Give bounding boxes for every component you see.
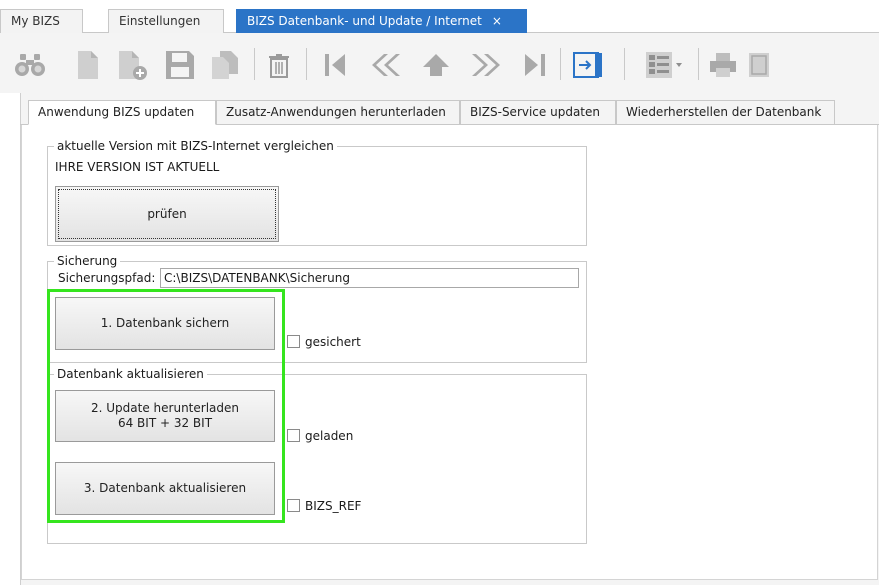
tab-bizs-service-updaten[interactable]: BIZS-Service updaten bbox=[460, 100, 616, 125]
doc-tab-einstellungen[interactable]: Einstellungen bbox=[108, 9, 224, 33]
backup-path-label: Sicherungspfad: bbox=[58, 271, 156, 285]
close-icon[interactable]: × bbox=[492, 14, 502, 28]
doc-tab-datenbank-update[interactable]: BIZS Datenbank- und Update / Internet × bbox=[236, 9, 527, 33]
save-icon[interactable] bbox=[164, 49, 196, 81]
check-version-button-label: prüfen bbox=[147, 206, 187, 221]
bizs-ref-label: BIZS_REF bbox=[305, 499, 362, 513]
toolbar-separator bbox=[624, 48, 625, 80]
left-gutter bbox=[0, 93, 20, 586]
previous-record-icon[interactable] bbox=[366, 50, 402, 80]
up-icon[interactable] bbox=[420, 50, 452, 80]
doc-tab-label: My BIZS bbox=[11, 14, 60, 28]
exit-icon[interactable] bbox=[572, 50, 604, 80]
backup-done-checkbox[interactable] bbox=[287, 335, 300, 348]
downloaded-checkbox[interactable] bbox=[287, 429, 300, 442]
bizs-ref-checkbox[interactable] bbox=[287, 499, 300, 512]
view-layout-icon[interactable] bbox=[644, 50, 684, 80]
binoculars-icon[interactable] bbox=[14, 50, 46, 80]
new-document-icon[interactable] bbox=[76, 49, 100, 81]
downloaded-label: geladen bbox=[305, 429, 354, 443]
toolbar-separator bbox=[306, 48, 307, 80]
tab-zusatz-anwendungen[interactable]: Zusatz-Anwendungen herunterladen bbox=[216, 100, 460, 125]
copy-icon[interactable] bbox=[210, 49, 240, 81]
report-icon[interactable] bbox=[746, 50, 772, 80]
backup-done-label: gesichert bbox=[305, 335, 361, 349]
check-version-button[interactable]: prüfen bbox=[55, 186, 279, 242]
next-record-icon[interactable] bbox=[470, 50, 506, 80]
tab-label: Wiederherstellen der Datenbank bbox=[626, 105, 822, 119]
backup-group-title: Sicherung bbox=[54, 254, 121, 268]
toolbar-separator bbox=[254, 48, 255, 80]
doc-tab-label: BIZS Datenbank- und Update / Internet bbox=[247, 14, 482, 28]
highlight-box bbox=[47, 289, 285, 523]
backup-path-field[interactable]: C:\BIZS\DATENBANK\Sicherung bbox=[160, 268, 579, 288]
version-group-title: aktuelle Version mit BIZS-Internet vergl… bbox=[54, 139, 337, 153]
tab-label: Anwendung BIZS updaten bbox=[38, 105, 195, 119]
tab-label: BIZS-Service updaten bbox=[470, 105, 600, 119]
toolbar-separator bbox=[698, 48, 699, 80]
version-status: IHRE VERSION IST AKTUELL bbox=[55, 160, 220, 174]
delete-icon[interactable] bbox=[266, 52, 292, 80]
toolbar-separator bbox=[560, 48, 561, 80]
last-record-icon[interactable] bbox=[520, 50, 550, 80]
doc-tab-label: Einstellungen bbox=[119, 14, 201, 28]
first-record-icon[interactable] bbox=[320, 50, 350, 80]
tab-wiederherstellen[interactable]: Wiederherstellen der Datenbank bbox=[616, 100, 835, 125]
print-icon[interactable] bbox=[708, 50, 738, 80]
add-document-icon[interactable] bbox=[118, 49, 148, 81]
tab-anwendung-bizs-updaten[interactable]: Anwendung BIZS updaten bbox=[28, 100, 216, 125]
doc-tab-my-bizs[interactable]: My BIZS bbox=[0, 9, 83, 33]
tab-label: Zusatz-Anwendungen herunterladen bbox=[226, 105, 446, 119]
